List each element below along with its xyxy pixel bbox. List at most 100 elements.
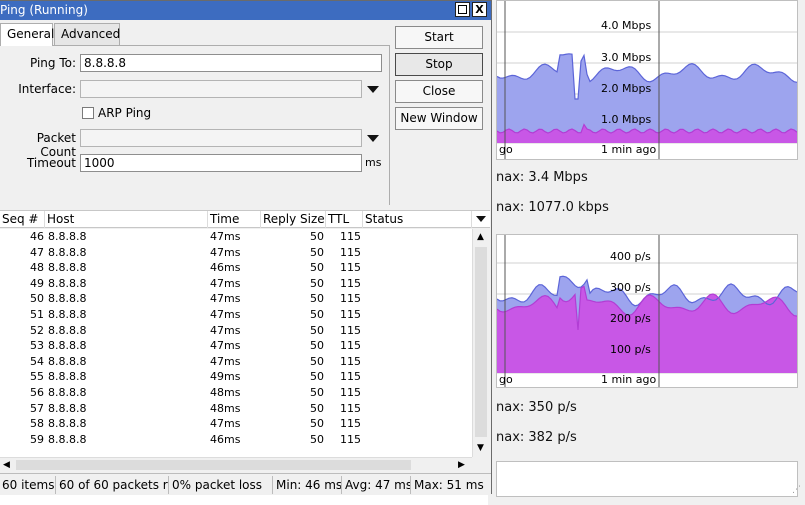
cell-seq: 53 bbox=[30, 339, 44, 353]
interface-label: Interface: bbox=[18, 82, 76, 96]
scroll-up-icon[interactable]: ▲ bbox=[477, 232, 484, 242]
tab-advanced[interactable]: Advanced bbox=[54, 23, 120, 45]
table-row[interactable]: 49 8.8.8.8 47ms 50 115 bbox=[0, 276, 472, 292]
packets-x-left: go bbox=[499, 373, 513, 386]
cell-host: 8.8.8.8 bbox=[48, 339, 87, 353]
cell-time: 46ms bbox=[210, 432, 241, 446]
cell-ttl: 115 bbox=[340, 432, 361, 446]
cell-reply-size: 50 bbox=[310, 339, 324, 353]
cell-ttl: 115 bbox=[340, 261, 361, 275]
maximize-icon bbox=[458, 5, 467, 14]
packet-count-dropdown-icon[interactable] bbox=[367, 135, 379, 142]
tab-general[interactable]: General bbox=[0, 23, 54, 46]
close-window-button[interactable]: X bbox=[472, 2, 487, 17]
vertical-scrollbar[interactable]: ▲ ▼ bbox=[472, 229, 489, 457]
title-bar[interactable]: Ping (Running) X bbox=[0, 1, 491, 20]
new-window-button[interactable]: New Window bbox=[395, 107, 483, 130]
cell-ttl: 115 bbox=[340, 417, 361, 431]
arp-ping-checkbox[interactable] bbox=[82, 107, 94, 119]
vertical-scroll-thumb[interactable] bbox=[475, 247, 487, 437]
horizontal-scroll-thumb[interactable] bbox=[16, 460, 411, 470]
table-row[interactable]: 55 8.8.8.8 49ms 50 115 bbox=[0, 369, 472, 385]
cell-reply-size: 50 bbox=[310, 323, 324, 337]
table-row[interactable]: 52 8.8.8.8 47ms 50 115 bbox=[0, 323, 472, 339]
cell-host: 8.8.8.8 bbox=[48, 417, 87, 431]
traffic-tick-3: 3.0 Mbps bbox=[601, 51, 652, 64]
cell-time: 48ms bbox=[210, 401, 241, 415]
cell-reply-size: 50 bbox=[310, 261, 324, 275]
cell-ttl: 115 bbox=[340, 230, 361, 243]
cell-reply-size: 50 bbox=[310, 401, 324, 415]
columns-dropdown-icon[interactable] bbox=[476, 216, 486, 222]
table-row[interactable]: 50 8.8.8.8 47ms 50 115 bbox=[0, 291, 472, 307]
status-items: 60 items bbox=[2, 476, 56, 494]
table-row[interactable]: 54 8.8.8.8 47ms 50 115 bbox=[0, 354, 472, 370]
col-time[interactable]: Time bbox=[208, 211, 261, 228]
packet-count-label: Packet Count bbox=[36, 131, 76, 159]
table-row[interactable]: 46 8.8.8.8 47ms 50 115 bbox=[0, 229, 472, 245]
cell-time: 47ms bbox=[210, 230, 241, 243]
cell-host: 8.8.8.8 bbox=[48, 292, 87, 306]
table-row[interactable]: 47 8.8.8.8 47ms 50 115 bbox=[0, 245, 472, 261]
cell-ttl: 115 bbox=[340, 323, 361, 337]
cell-host: 8.8.8.8 bbox=[48, 230, 87, 243]
cell-seq: 47 bbox=[30, 245, 44, 259]
traffic-tick-2: 2.0 Mbps bbox=[601, 82, 652, 95]
cell-seq: 48 bbox=[30, 261, 44, 275]
ping-window: Ping (Running) X General Advanced Ping T… bbox=[0, 0, 492, 495]
packets-graph: 400 p/s 300 p/s 200 p/s 100 p/s go 1 min… bbox=[496, 234, 798, 388]
table-row[interactable]: 48 8.8.8.8 46ms 50 115 bbox=[0, 260, 472, 276]
col-seq[interactable]: Seq # / bbox=[0, 211, 45, 242]
start-button[interactable]: Start bbox=[395, 26, 483, 49]
scroll-down-icon[interactable]: ▼ bbox=[477, 443, 484, 453]
packet-count-select[interactable] bbox=[80, 129, 362, 147]
stop-button[interactable]: Stop bbox=[395, 53, 483, 76]
timeout-input[interactable]: 1000 bbox=[80, 154, 362, 172]
col-ttl[interactable]: TTL bbox=[326, 211, 363, 228]
col-reply-size[interactable]: Reply Size bbox=[261, 211, 326, 228]
table-row[interactable]: 53 8.8.8.8 47ms 50 115 bbox=[0, 338, 472, 354]
col-host[interactable]: Host bbox=[45, 211, 208, 228]
cell-time: 47ms bbox=[210, 245, 241, 259]
cell-seq: 55 bbox=[30, 370, 44, 384]
horizontal-scrollbar[interactable]: ◀ ▶ bbox=[0, 457, 472, 472]
ping-results-table: 46 8.8.8.8 47ms 50 115 47 8.8.8.8 47ms 50 115 48 8.… bbox=[0, 229, 472, 457]
table-row[interactable]: 59 8.8.8.8 46ms 50 115 bbox=[0, 432, 472, 448]
cell-host: 8.8.8.8 bbox=[48, 323, 87, 337]
cell-time: 49ms bbox=[210, 370, 241, 384]
cell-seq: 49 bbox=[30, 276, 44, 290]
interface-dropdown-icon[interactable] bbox=[367, 86, 379, 93]
traffic-x-mid: 1 min ago bbox=[601, 143, 657, 156]
cell-time: 47ms bbox=[210, 308, 241, 321]
cell-seq: 58 bbox=[30, 417, 44, 431]
traffic-tick-1: 1.0 Mbps bbox=[601, 113, 652, 126]
cell-time: 47ms bbox=[210, 417, 241, 431]
scroll-left-icon[interactable]: ◀ bbox=[3, 460, 10, 470]
timeout-unit: ms bbox=[365, 156, 382, 169]
ping-to-input[interactable]: 8.8.8.8 bbox=[80, 54, 382, 72]
maximize-button[interactable] bbox=[455, 2, 470, 17]
table-row[interactable]: 57 8.8.8.8 48ms 50 115 bbox=[0, 401, 472, 417]
cell-seq: 54 bbox=[30, 354, 44, 368]
cell-host: 8.8.8.8 bbox=[48, 354, 87, 368]
timeout-label: Timeout bbox=[26, 156, 76, 170]
table-row[interactable]: 56 8.8.8.8 48ms 50 115 bbox=[0, 385, 472, 401]
cell-ttl: 115 bbox=[340, 308, 361, 321]
cell-reply-size: 50 bbox=[310, 386, 324, 399]
table-row[interactable]: 58 8.8.8.8 47ms 50 115 bbox=[0, 416, 472, 432]
close-icon: X bbox=[475, 3, 484, 16]
col-status[interactable]: Status bbox=[363, 211, 472, 228]
table-row[interactable]: 51 8.8.8.8 47ms 50 115 bbox=[0, 307, 472, 323]
cell-ttl: 115 bbox=[340, 339, 361, 353]
cell-ttl: 115 bbox=[340, 386, 361, 399]
scroll-right-icon[interactable]: ▶ bbox=[458, 460, 465, 470]
resize-grip-icon[interactable]: ⋰ bbox=[792, 485, 801, 495]
status-max: Max: 51 ms bbox=[414, 478, 484, 492]
cell-reply-size: 50 bbox=[310, 370, 324, 384]
arp-ping-label: ARP Ping bbox=[98, 106, 152, 120]
packets-x-mid: 1 min ago bbox=[601, 373, 657, 386]
close-button[interactable]: Close bbox=[395, 80, 483, 103]
cell-time: 47ms bbox=[210, 339, 241, 353]
packets-tick-200: 200 p/s bbox=[610, 312, 651, 325]
interface-select[interactable] bbox=[80, 80, 362, 98]
